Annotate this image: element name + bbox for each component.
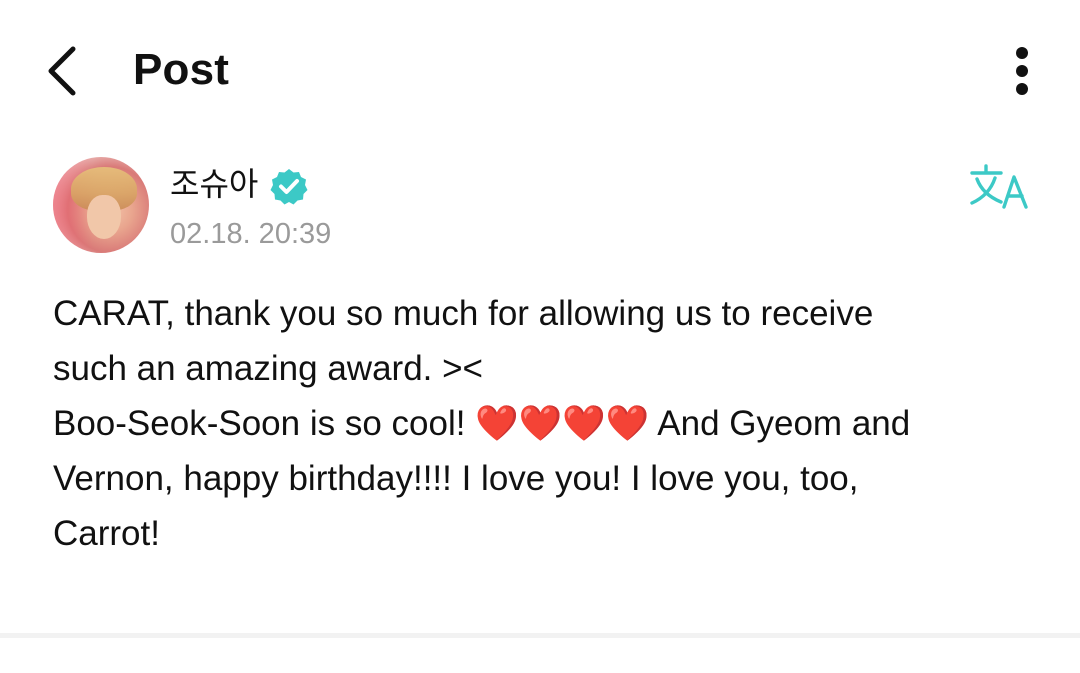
- avatar-face: [87, 195, 121, 239]
- page-title: Post: [133, 45, 230, 94]
- app-bar: Post: [0, 0, 1080, 140]
- author-name[interactable]: 조슈아: [170, 164, 258, 204]
- post-text-line: Carrot!: [53, 514, 160, 553]
- more-options-button[interactable]: [996, 36, 1048, 106]
- back-button[interactable]: [30, 36, 94, 106]
- chevron-left-icon: [48, 46, 76, 96]
- post-text-line: Vernon, happy birthday!!!! I love you! I…: [53, 459, 859, 498]
- post-text-line: Boo-Seok-Soon is so cool! ❤️❤️❤️❤️ And G…: [53, 404, 911, 443]
- post-timestamp: 02.18. 20:39: [170, 218, 332, 250]
- divider: [0, 633, 1080, 638]
- post-text-line: CARAT, thank you so much for allowing us…: [53, 294, 874, 333]
- translate-button[interactable]: [968, 162, 1032, 214]
- avatar[interactable]: [53, 157, 149, 253]
- post-header: 조슈아 02.18. 20:39: [0, 150, 1080, 265]
- post-content: CARAT, thank you so much for allowing us…: [53, 286, 1043, 561]
- post-text-line: such an amazing award. ><: [53, 349, 483, 388]
- more-vertical-icon: [1016, 47, 1028, 95]
- verified-badge-icon: [270, 169, 308, 205]
- translate-icon: [970, 164, 1028, 209]
